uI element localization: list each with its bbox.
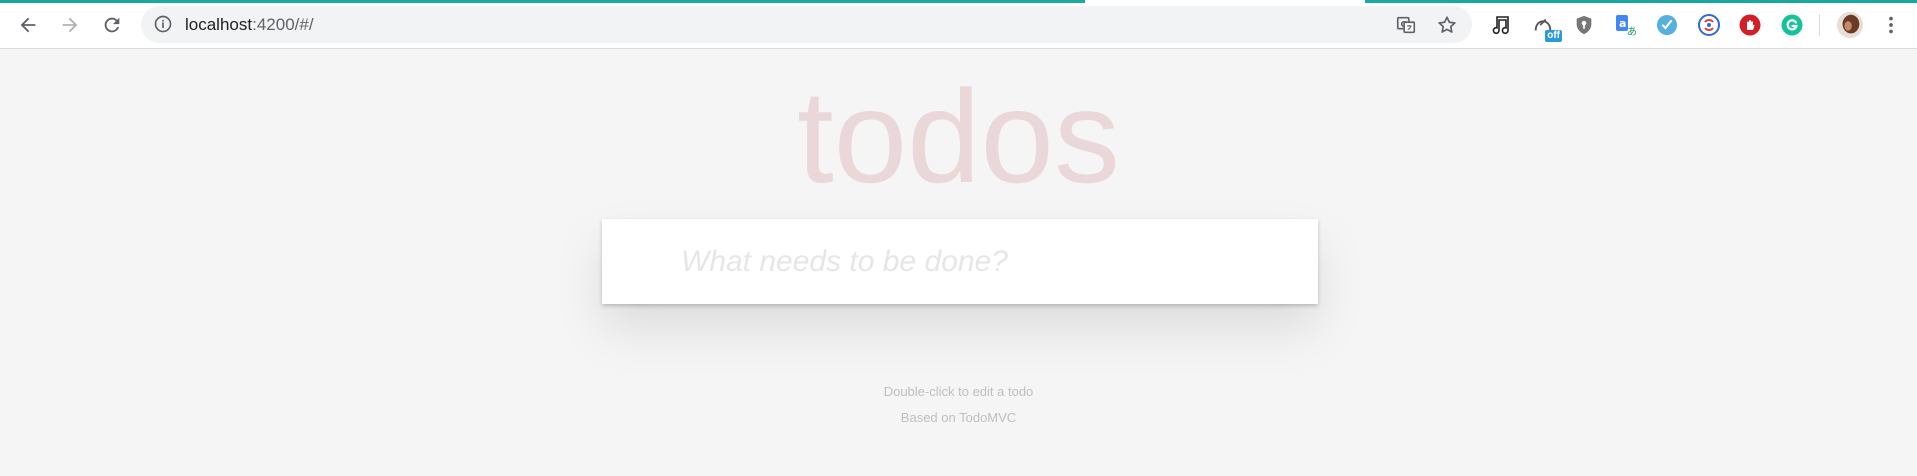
arrow-right-icon (62, 17, 78, 33)
app-title: todos (797, 63, 1120, 210)
reload-button[interactable] (97, 10, 127, 40)
browser-menu-button[interactable] (1878, 12, 1904, 38)
translate-icon[interactable]: G (1394, 13, 1418, 37)
arrow-left-icon (20, 17, 36, 33)
grammarly-extension-icon[interactable] (1779, 12, 1805, 38)
address-bar[interactable]: localhost:4200/#/ G (141, 6, 1472, 43)
credit-text: Based on TodoMVC (900, 410, 1017, 425)
forward-button[interactable] (55, 10, 85, 40)
browser-toolbar: localhost:4200/#/ G off (0, 0, 1917, 49)
off-extension-icon[interactable]: off (1530, 12, 1562, 42)
new-todo-input[interactable] (602, 219, 1318, 304)
info-icon[interactable] (153, 14, 173, 34)
toolbar-divider (1819, 14, 1820, 36)
info-footer: Double-click to edit a todo Based on Tod… (0, 385, 1917, 437)
music-note-extension-icon[interactable] (1488, 12, 1514, 38)
reload-icon (104, 17, 120, 33)
extension-badge: off (1545, 30, 1562, 42)
star-icon[interactable] (1435, 13, 1459, 37)
avatar-icon (1836, 11, 1864, 39)
url-text[interactable]: localhost:4200/#/ (185, 15, 314, 35)
stop-hand-extension-icon[interactable] (1737, 12, 1763, 38)
back-button[interactable] (13, 10, 43, 40)
kebab-menu-icon (1889, 16, 1893, 34)
url-path: :4200/#/ (252, 15, 314, 34)
svg-text:あ: あ (1627, 26, 1637, 37)
profile-avatar[interactable] (1835, 10, 1865, 40)
url-host: localhost (185, 15, 253, 34)
edit-hint-text: Double-click to edit a todo (883, 384, 1034, 399)
shield-extension-icon[interactable] (1571, 12, 1597, 38)
loading-progress-bar-segment (1365, 0, 1917, 3)
sync-extension-icon[interactable] (1696, 12, 1722, 38)
checkmark-extension-icon[interactable] (1654, 12, 1680, 38)
loading-progress-bar (0, 0, 1085, 3)
translate-a-extension-icon[interactable]: a あ (1612, 12, 1638, 38)
todo-app-panel (602, 219, 1318, 304)
svg-text:a: a (1619, 17, 1626, 30)
